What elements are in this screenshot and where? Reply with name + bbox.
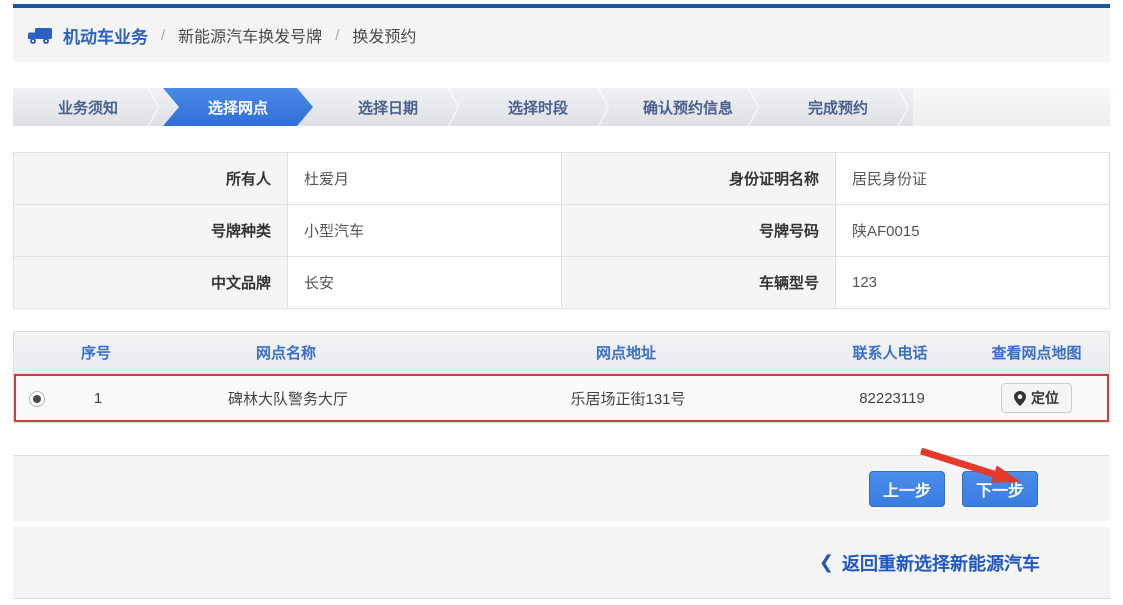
truck-icon — [27, 25, 54, 46]
vehicle-info-table: 所有人 杜爱月 身份证明名称 居民身份证 号牌种类 小型汽车 号牌号码 陕AF0… — [13, 152, 1110, 309]
header-name: 网点名称 — [136, 342, 436, 363]
action-bar: 上一步 下一步 — [13, 455, 1110, 521]
breadcrumb-item-plate-renewal[interactable]: 新能源汽车换发号牌 — [178, 23, 322, 47]
chevron-left-icon: ❮ — [819, 552, 834, 573]
station-table: 序号 网点名称 网点地址 联系人电话 查看网点地图 1 碑林大队警务大厅 乐居场… — [13, 331, 1110, 423]
station-table-header: 序号 网点名称 网点地址 联系人电话 查看网点地图 — [14, 332, 1109, 374]
wizard-filler — [913, 88, 1110, 126]
model-value: 123 — [836, 257, 1110, 309]
step-select-date[interactable]: 选择日期 — [313, 88, 463, 126]
station-row[interactable]: 1 碑林大队警务大厅 乐居场正街131号 82223119 定位 — [14, 374, 1109, 422]
table-row: 号牌种类 小型汽车 号牌号码 陕AF0015 — [14, 205, 1110, 257]
breadcrumb-item-vehicle-services[interactable]: 机动车业务 — [63, 23, 148, 48]
step-select-station[interactable]: 选择网点 — [163, 88, 313, 126]
back-link-label: 返回重新选择新能源汽车 — [842, 550, 1040, 576]
station-radio[interactable] — [29, 391, 45, 407]
header-phone: 联系人电话 — [816, 342, 964, 363]
id-type-label: 身份证明名称 — [562, 153, 836, 205]
breadcrumb: 机动车业务 / 新能源汽车换发号牌 / 换发预约 — [13, 8, 1110, 62]
brand-value: 长安 — [288, 257, 562, 309]
step-confirm-info[interactable]: 确认预约信息 — [613, 88, 763, 126]
plate-type-value: 小型汽车 — [288, 205, 562, 257]
station-index: 1 — [58, 390, 138, 407]
id-type-value: 居民身份证 — [836, 153, 1110, 205]
map-pin-icon — [1014, 391, 1026, 406]
next-step-button[interactable]: 下一步 — [962, 471, 1038, 507]
breadcrumb-separator: / — [161, 27, 165, 44]
step-complete[interactable]: 完成预约 — [763, 88, 913, 126]
back-to-vehicle-select-link[interactable]: ❮ 返回重新选择新能源汽车 — [819, 550, 1040, 576]
table-row: 中文品牌 长安 车辆型号 123 — [14, 257, 1110, 309]
station-phone: 82223119 — [818, 390, 966, 407]
plate-type-label: 号牌种类 — [14, 205, 288, 257]
brand-label: 中文品牌 — [14, 257, 288, 309]
step-notice[interactable]: 业务须知 — [13, 88, 163, 126]
locate-button[interactable]: 定位 — [1001, 383, 1072, 413]
step-wizard: 业务须知 选择网点 选择日期 选择时段 确认预约信息 完成预约 — [13, 88, 1110, 126]
header-index: 序号 — [56, 342, 136, 363]
plate-no-label: 号牌号码 — [562, 205, 836, 257]
breadcrumb-separator: / — [335, 27, 339, 44]
previous-step-button[interactable]: 上一步 — [869, 471, 945, 507]
station-name: 碑林大队警务大厅 — [138, 388, 438, 409]
model-label: 车辆型号 — [562, 257, 836, 309]
step-select-time[interactable]: 选择时段 — [463, 88, 613, 126]
locate-button-label: 定位 — [1031, 388, 1059, 408]
page: 机动车业务 / 新能源汽车换发号牌 / 换发预约 业务须知 选择网点 选择日期 … — [13, 4, 1110, 599]
header-map: 查看网点地图 — [964, 342, 1109, 363]
station-address: 乐居场正街131号 — [438, 388, 818, 409]
header-address: 网点地址 — [436, 342, 816, 363]
bottom-bar: ❮ 返回重新选择新能源汽车 — [13, 527, 1110, 599]
breadcrumb-item-renewal-booking: 换发预约 — [352, 23, 416, 47]
owner-label: 所有人 — [14, 153, 288, 205]
plate-no-value: 陕AF0015 — [836, 205, 1110, 257]
owner-value: 杜爱月 — [288, 153, 562, 205]
table-row: 所有人 杜爱月 身份证明名称 居民身份证 — [14, 153, 1110, 205]
